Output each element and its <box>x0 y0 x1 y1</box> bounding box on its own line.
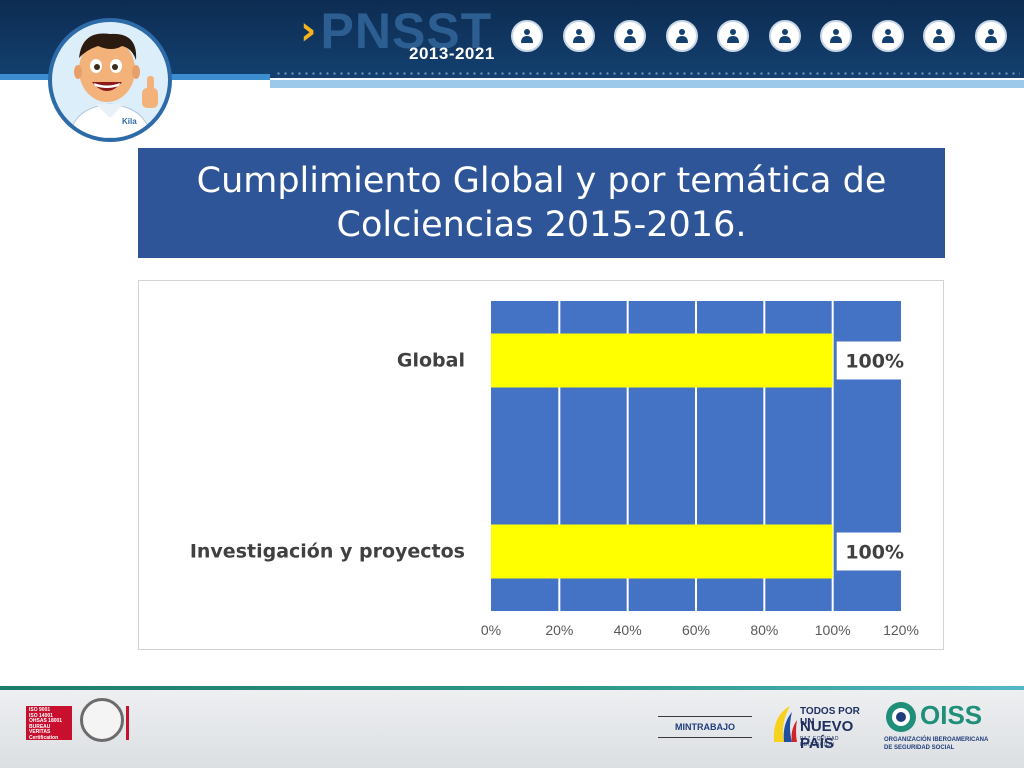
category-label: Global <box>397 350 465 372</box>
farmer-icon <box>820 20 852 52</box>
data-label: 100% <box>845 542 904 564</box>
bar <box>491 524 833 579</box>
x-tick-label: 120% <box>883 622 919 638</box>
mascot-illustration: Kila <box>69 33 158 138</box>
bar <box>491 333 833 388</box>
mintrabajo-label: MINTRABAJO <box>675 722 735 732</box>
x-tick-label: 40% <box>614 622 642 638</box>
svg-text:Kila: Kila <box>122 117 137 126</box>
computer-worker-icon <box>614 20 646 52</box>
office-worker-icon <box>665 20 698 52</box>
oiss-logo: OISS ORGANIZACIÓN IBEROAMERICANA DE SEGU… <box>884 700 1002 760</box>
chevron-right-icon: › <box>300 8 317 54</box>
inspector-icon <box>871 20 904 52</box>
header-dots <box>275 72 1020 75</box>
category-label: Investigación y proyectos <box>190 541 465 563</box>
x-tick-label: 80% <box>750 622 778 638</box>
header-strip-right <box>270 80 1024 88</box>
todos-line3: PAZ EQUIDAD EDUCACIÓN <box>800 736 840 748</box>
oiss-name: OISS <box>920 700 983 730</box>
construction-icon <box>768 20 801 52</box>
todos-por-un-nuevo-pais-logo: TODOS POR UN NUEVO PAÍS PAZ EQUIDAD EDUC… <box>770 702 874 752</box>
mintrabajo-logo: MINTRABAJO <box>658 716 752 738</box>
mining-icon <box>562 20 595 52</box>
x-tick-label: 60% <box>682 622 710 638</box>
cyclist-worker-icon <box>717 20 749 52</box>
firefighter-icon <box>974 20 1007 52</box>
bureau-veritas-bar <box>126 706 129 740</box>
colombia-flag-icon <box>773 706 797 742</box>
brand-years: 2013-2021 <box>409 44 495 63</box>
doctor-icon <box>923 20 955 52</box>
bar-chart: 0% 20% 40% 60% 80% 100% 120% Global 100% Investig… <box>190 301 919 638</box>
x-tick-label: 20% <box>545 622 573 638</box>
x-tick-label: 0% <box>481 622 501 638</box>
slide-title-box: Cumplimiento Global y por temática de Co… <box>138 148 945 258</box>
chart-container: 0% 20% 40% 60% 80% 100% 120% Global 100% Investig… <box>138 280 944 650</box>
mascot-avatar: Kila <box>48 18 172 142</box>
oiss-globe-icon <box>886 702 916 732</box>
workers-group-icon <box>511 20 543 52</box>
footer-line <box>0 686 1024 690</box>
slide-title: Cumplimiento Global y por temática de Co… <box>196 161 887 245</box>
bureau-veritas-seal-icon <box>80 698 124 742</box>
x-tick-label: 100% <box>815 622 851 638</box>
data-label: 100% <box>845 351 904 373</box>
oiss-subtitle: ORGANIZACIÓN IBEROAMERICANA DE SEGURIDAD… <box>884 737 989 751</box>
bureau-veritas-badge: ISO 9001 ISO 14001 OHSAS 18001 BUREAU VE… <box>26 706 72 741</box>
